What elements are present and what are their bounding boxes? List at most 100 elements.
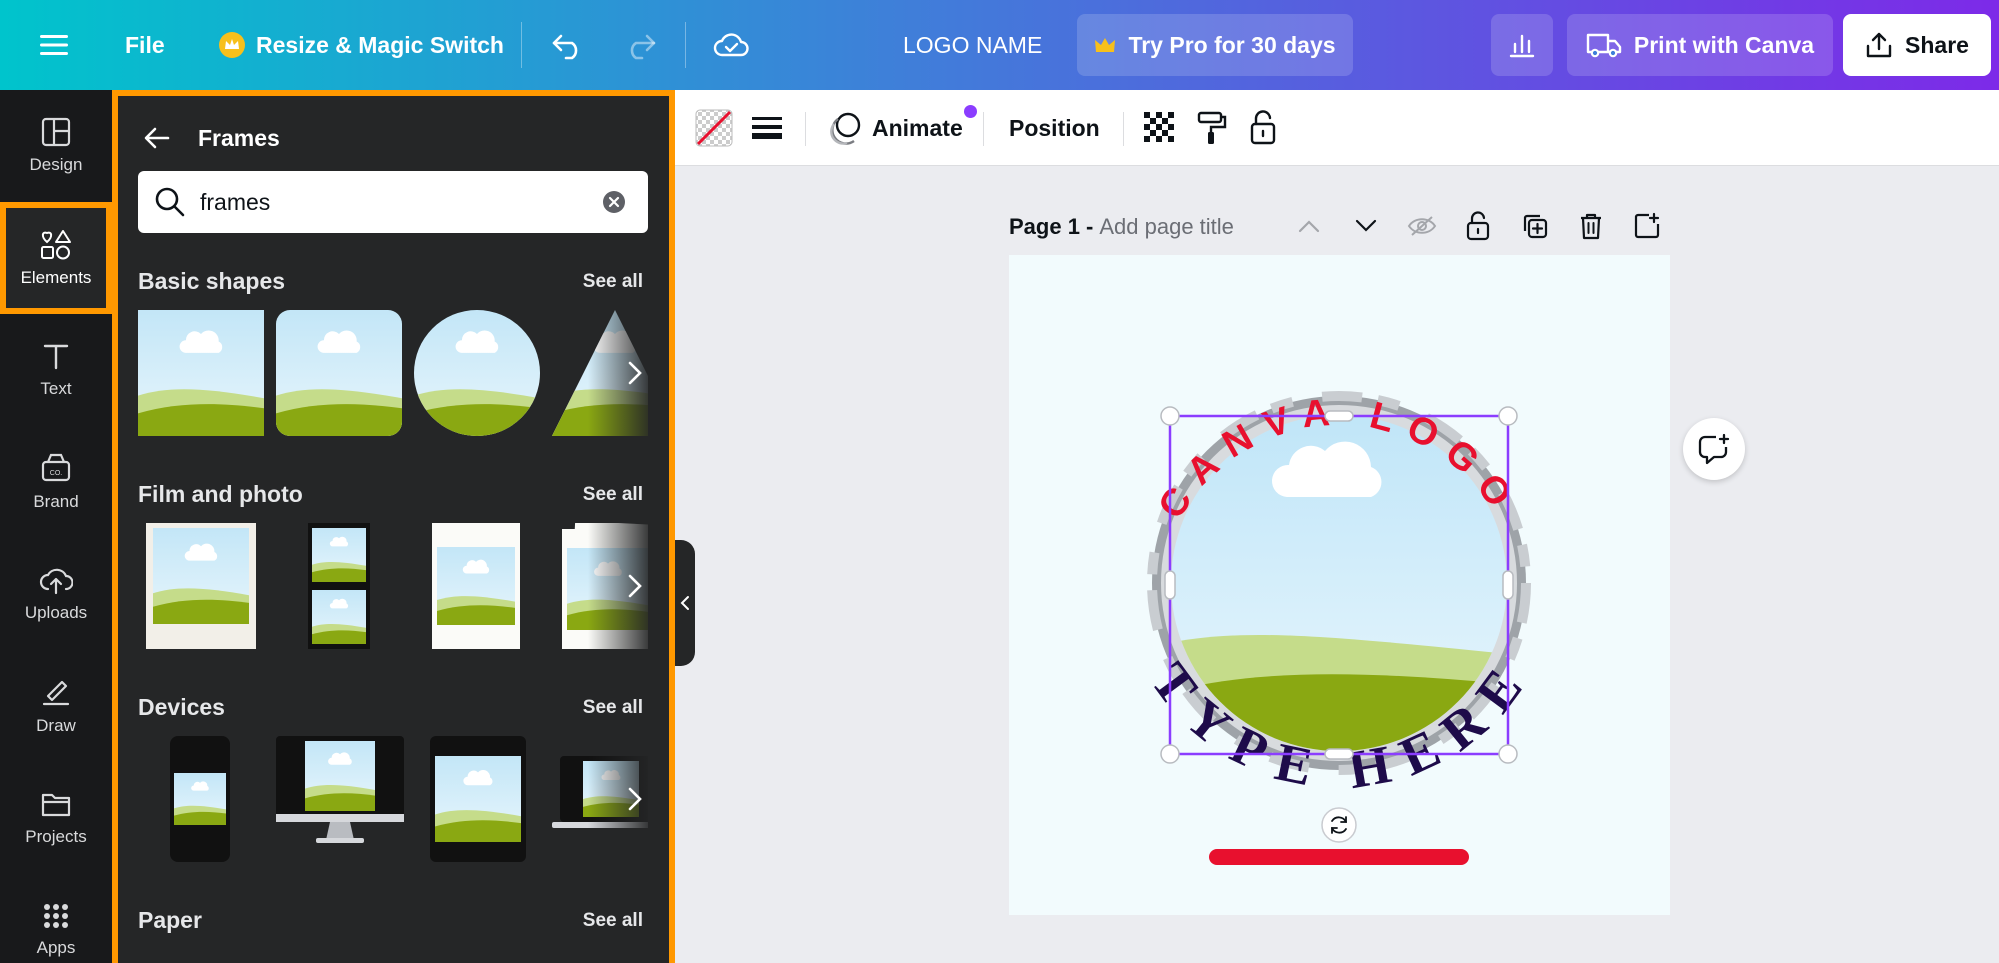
grid-icon xyxy=(44,904,68,928)
add-page-icon[interactable] xyxy=(1632,211,1662,241)
page-number-label: Page 1 - xyxy=(1009,214,1094,239)
try-pro-button[interactable]: Try Pro for 30 days xyxy=(1077,14,1353,76)
devices-row xyxy=(138,736,648,862)
redo-icon[interactable] xyxy=(623,0,657,90)
file-menu-button[interactable]: File xyxy=(125,0,165,90)
comment-plus-icon xyxy=(1698,433,1730,465)
clear-search-icon[interactable] xyxy=(602,190,626,214)
section-title: Paper xyxy=(138,907,202,933)
red-underline-bar[interactable] xyxy=(1209,849,1469,865)
bar-chart-icon xyxy=(1509,34,1535,58)
rounded-square-frame[interactable] xyxy=(276,310,402,436)
animate-label: Animate xyxy=(872,114,963,141)
instant-photo-frame[interactable] xyxy=(432,523,520,649)
film-photo-row xyxy=(138,523,648,649)
left-rail: Design Elements Text CO. Brand Uploads D… xyxy=(0,90,112,963)
rail-label: Projects xyxy=(25,827,87,846)
polaroid-frame[interactable] xyxy=(146,523,256,649)
basic-shapes-row xyxy=(138,310,648,436)
try-pro-label: Try Pro for 30 days xyxy=(1128,31,1336,58)
rail-label: Elements xyxy=(20,268,92,287)
section-title: Basic shapes xyxy=(138,268,286,294)
scroll-right-button[interactable] xyxy=(588,310,648,436)
scroll-right-button[interactable] xyxy=(588,523,648,649)
search-box[interactable] xyxy=(138,171,648,233)
pen-icon xyxy=(42,680,70,706)
rail-label: Apps xyxy=(36,938,76,957)
layout-icon xyxy=(41,117,71,147)
rail-item-draw[interactable]: Draw xyxy=(0,650,112,762)
cloud-check-icon[interactable] xyxy=(713,0,749,90)
rotate-icon[interactable] xyxy=(1321,807,1357,843)
rail-item-apps[interactable]: Apps xyxy=(0,874,112,963)
folder-icon xyxy=(41,793,71,817)
top-bar: File Resize & Magic Switch LOGO NAME Try… xyxy=(0,0,1999,90)
text-icon xyxy=(43,344,69,370)
share-upload-icon xyxy=(1866,32,1892,58)
hamburger-icon[interactable] xyxy=(40,0,76,90)
transparency-button[interactable] xyxy=(1144,90,1176,166)
undo-icon[interactable] xyxy=(551,0,585,90)
search-input[interactable] xyxy=(200,185,580,219)
tablet-frame[interactable] xyxy=(430,736,526,862)
add-comment-button[interactable] xyxy=(1683,418,1745,480)
svg-text:CO.: CO. xyxy=(50,470,63,477)
circle-frame[interactable] xyxy=(414,310,540,436)
rail-item-projects[interactable]: Projects xyxy=(0,762,112,874)
copy-style-button[interactable] xyxy=(1196,90,1228,166)
transparency-color-button[interactable] xyxy=(694,90,734,166)
unlock-icon xyxy=(1250,110,1276,145)
search-icon xyxy=(155,187,185,217)
see-all-link[interactable]: See all xyxy=(583,697,643,719)
brand-icon: CO. xyxy=(41,453,71,482)
position-label: Position xyxy=(1009,114,1100,141)
file-menu-label: File xyxy=(125,31,165,58)
rail-label: Text xyxy=(40,379,72,398)
duplicate-page-icon[interactable] xyxy=(1520,211,1550,241)
resize-magic-switch-button[interactable]: Resize & Magic Switch xyxy=(218,0,504,90)
trash-icon[interactable] xyxy=(1576,211,1606,241)
collapse-panel-button[interactable] xyxy=(675,540,695,666)
scroll-right-button[interactable] xyxy=(588,736,648,862)
truck-icon xyxy=(1586,33,1622,58)
position-button[interactable]: Position xyxy=(1009,90,1100,166)
share-button[interactable]: Share xyxy=(1843,14,1991,76)
border-style-button[interactable] xyxy=(752,90,782,166)
hide-page-icon[interactable] xyxy=(1407,211,1437,241)
design-page[interactable]: CANVA LOGO TYPE HERE xyxy=(1009,255,1670,915)
chevron-down-icon[interactable] xyxy=(1351,211,1381,241)
chevron-right-icon xyxy=(628,787,642,811)
resize-label: Resize & Magic Switch xyxy=(256,31,504,58)
lock-button[interactable] xyxy=(1249,90,1277,166)
panel-title: Frames xyxy=(198,124,280,151)
section-title: Film and photo xyxy=(138,481,303,507)
rail-item-elements[interactable]: Elements xyxy=(0,202,112,314)
share-label: Share xyxy=(1905,31,1969,58)
page-title-input[interactable]: Add page title xyxy=(1099,214,1234,240)
logo-design: CANVA LOGO TYPE HERE xyxy=(1140,391,1531,865)
elements-panel: Frames Basic shapes See all Film and pho… xyxy=(112,90,675,963)
see-all-link[interactable]: See all xyxy=(583,271,643,293)
lock-page-icon[interactable] xyxy=(1463,211,1493,241)
see-all-link[interactable]: See all xyxy=(583,910,643,932)
insights-button[interactable] xyxy=(1491,14,1553,76)
new-dot-badge xyxy=(963,105,977,118)
back-arrow-icon[interactable] xyxy=(144,126,170,150)
rail-item-uploads[interactable]: Uploads xyxy=(0,538,112,650)
square-frame[interactable] xyxy=(138,310,264,436)
checkerboard-icon xyxy=(1144,112,1174,142)
animate-button[interactable]: Animate xyxy=(828,90,977,166)
rail-item-text[interactable]: Text xyxy=(0,314,112,426)
chevron-left-icon xyxy=(680,596,689,610)
see-all-link[interactable]: See all xyxy=(583,484,643,506)
photo-strip-frame[interactable] xyxy=(308,523,370,649)
phone-frame[interactable] xyxy=(170,736,230,862)
desktop-frame[interactable] xyxy=(276,736,404,848)
rail-item-brand[interactable]: CO. Brand xyxy=(0,426,112,538)
chevron-up-icon[interactable] xyxy=(1294,211,1324,241)
rail-item-design[interactable]: Design xyxy=(0,90,112,202)
chevron-right-icon xyxy=(628,361,642,385)
print-with-canva-button[interactable]: Print with Canva xyxy=(1567,14,1833,76)
context-toolbar: Animate Position xyxy=(675,90,1999,166)
document-title[interactable]: LOGO NAME xyxy=(903,0,1042,90)
